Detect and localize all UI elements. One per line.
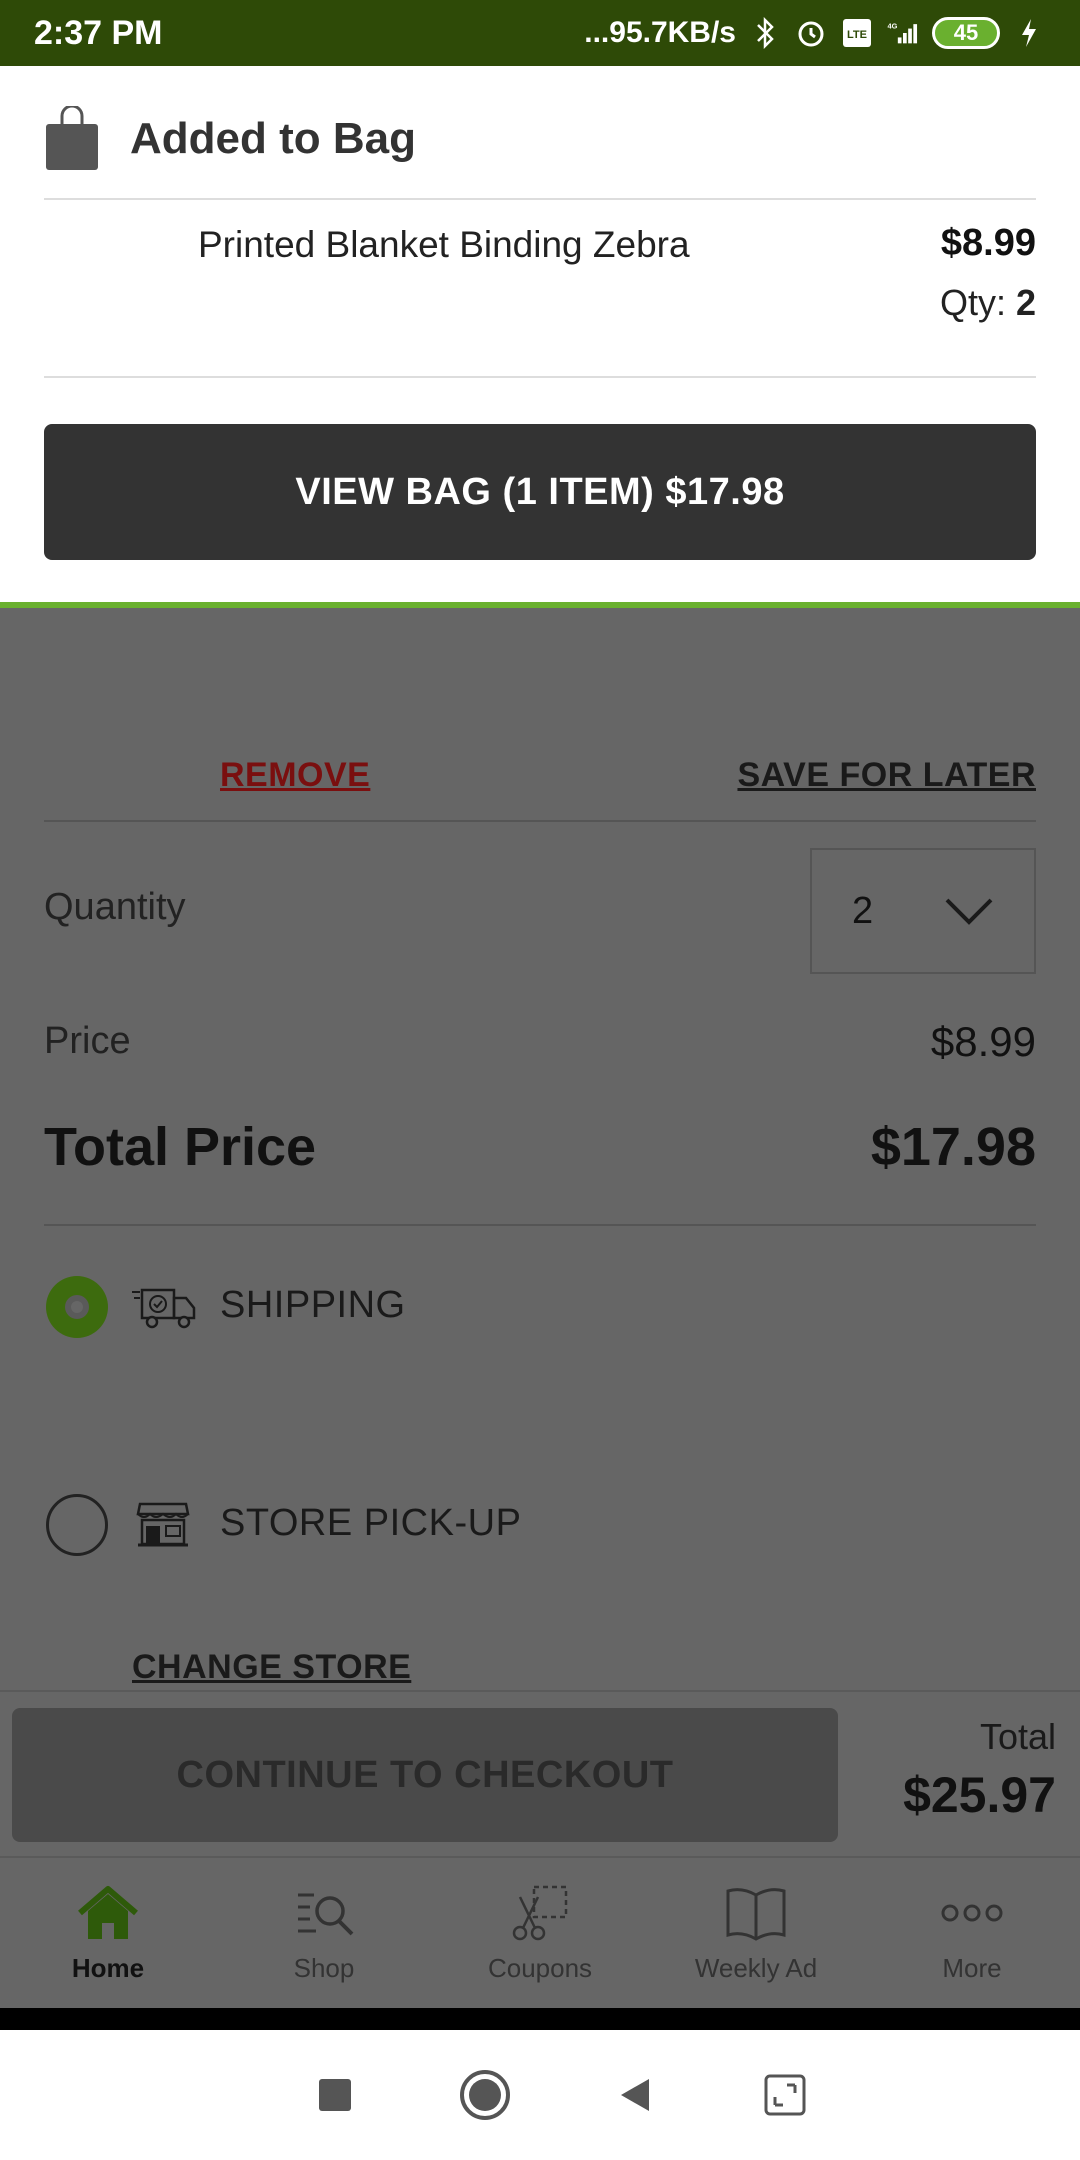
divider bbox=[44, 376, 1036, 378]
nav-item-home[interactable]: Home bbox=[0, 1858, 216, 2008]
nav-label: Home bbox=[71, 1952, 145, 1983]
nav-item-weekly-ad[interactable]: Weekly Ad bbox=[648, 1858, 864, 2008]
nav-item-coupons[interactable]: Coupons bbox=[432, 1858, 648, 2008]
shipping-radio[interactable] bbox=[46, 1276, 108, 1338]
more-dots-icon bbox=[940, 1883, 1004, 1943]
charging-icon bbox=[1012, 16, 1046, 50]
status-icons: ...95.7KB/s LTE 4G 45 bbox=[584, 16, 1046, 50]
volte-icon: LTE bbox=[840, 16, 874, 50]
item-qty: Qty: 2 bbox=[940, 282, 1036, 324]
svg-text:LTE: LTE bbox=[847, 29, 867, 41]
chevron-down-icon bbox=[944, 896, 994, 926]
back-icon[interactable] bbox=[605, 2065, 665, 2125]
nav-item-shop[interactable]: Shop bbox=[216, 1858, 432, 2008]
delivery-truck-icon bbox=[130, 1284, 196, 1332]
change-store-link[interactable]: CHANGE STORE bbox=[132, 1648, 411, 1687]
nav-label: More bbox=[942, 1952, 1002, 1983]
store-pickup-label: STORE PICK-UP bbox=[220, 1502, 522, 1544]
view-bag-button[interactable]: VIEW BAG (1 ITEM) $17.98 bbox=[44, 424, 1036, 560]
divider bbox=[44, 198, 1036, 200]
recent-apps-icon[interactable] bbox=[305, 2065, 365, 2125]
nav-label: Weekly Ad bbox=[694, 1952, 818, 1983]
added-to-bag-panel: Added to Bag Printed Blanket Binding Zeb… bbox=[0, 66, 1080, 606]
checkout-total-label: Total bbox=[979, 1716, 1056, 1757]
divider bbox=[44, 1224, 1036, 1226]
price-value: $8.99 bbox=[930, 1018, 1036, 1065]
remove-link[interactable]: REMOVE bbox=[220, 756, 370, 795]
system-nav-bar bbox=[0, 2030, 1080, 2160]
item-name: Printed Blanket Binding Zebra bbox=[198, 224, 690, 265]
total-price-label: Total Price bbox=[44, 1117, 317, 1177]
total-price-value: $17.98 bbox=[870, 1117, 1036, 1177]
shipping-label: SHIPPING bbox=[220, 1284, 406, 1326]
divider bbox=[44, 820, 1036, 822]
quantity-label: Quantity bbox=[44, 886, 186, 928]
svg-text:4G: 4G bbox=[887, 22, 897, 31]
nav-item-more[interactable]: More bbox=[864, 1858, 1080, 2008]
nav-label: Coupons bbox=[487, 1952, 593, 1983]
qty-label: Qty: bbox=[939, 282, 1006, 323]
continue-to-checkout-button[interactable]: CONTINUE TO CHECKOUT bbox=[12, 1708, 838, 1842]
home-circle-icon[interactable] bbox=[455, 2065, 515, 2125]
qty-value: 2 bbox=[1015, 282, 1036, 323]
radio-dot bbox=[65, 1295, 89, 1319]
quantity-select[interactable]: 2 bbox=[810, 848, 1036, 974]
bluetooth-icon bbox=[748, 16, 782, 50]
home-icon bbox=[76, 1883, 140, 1943]
status-time: 2:37 PM bbox=[34, 13, 163, 52]
shop-search-icon bbox=[292, 1883, 356, 1943]
item-price: $8.99 bbox=[940, 222, 1036, 264]
status-bar: 2:37 PM ...95.7KB/s LTE 4G 45 bbox=[0, 0, 1080, 66]
divider bbox=[0, 2008, 1080, 2030]
signal-icon: 4G bbox=[886, 16, 920, 50]
bottom-nav: Home Shop Coupons Weekly Ad More bbox=[0, 1856, 1080, 2008]
checkout-bar: CONTINUE TO CHECKOUT Total $25.97 bbox=[0, 1690, 1080, 1856]
store-icon bbox=[136, 1500, 202, 1548]
book-icon bbox=[724, 1883, 788, 1943]
battery-indicator: 45 bbox=[932, 17, 1000, 49]
screen-expand-icon[interactable] bbox=[755, 2065, 815, 2125]
alarm-icon bbox=[794, 16, 828, 50]
nav-label: Shop bbox=[293, 1952, 355, 1983]
shopping-bag-icon bbox=[44, 104, 100, 172]
store-pickup-radio[interactable] bbox=[46, 1494, 108, 1556]
price-label: Price bbox=[44, 1020, 131, 1062]
network-speed: ...95.7KB/s bbox=[584, 16, 736, 49]
bag-header: Added to Bag bbox=[44, 104, 416, 172]
checkout-total-value: $25.97 bbox=[903, 1767, 1056, 1823]
save-for-later-link[interactable]: SAVE FOR LATER bbox=[737, 756, 1036, 795]
quantity-value: 2 bbox=[852, 889, 874, 932]
coupon-scissors-icon bbox=[508, 1883, 572, 1943]
added-to-bag-title: Added to Bag bbox=[130, 114, 416, 163]
